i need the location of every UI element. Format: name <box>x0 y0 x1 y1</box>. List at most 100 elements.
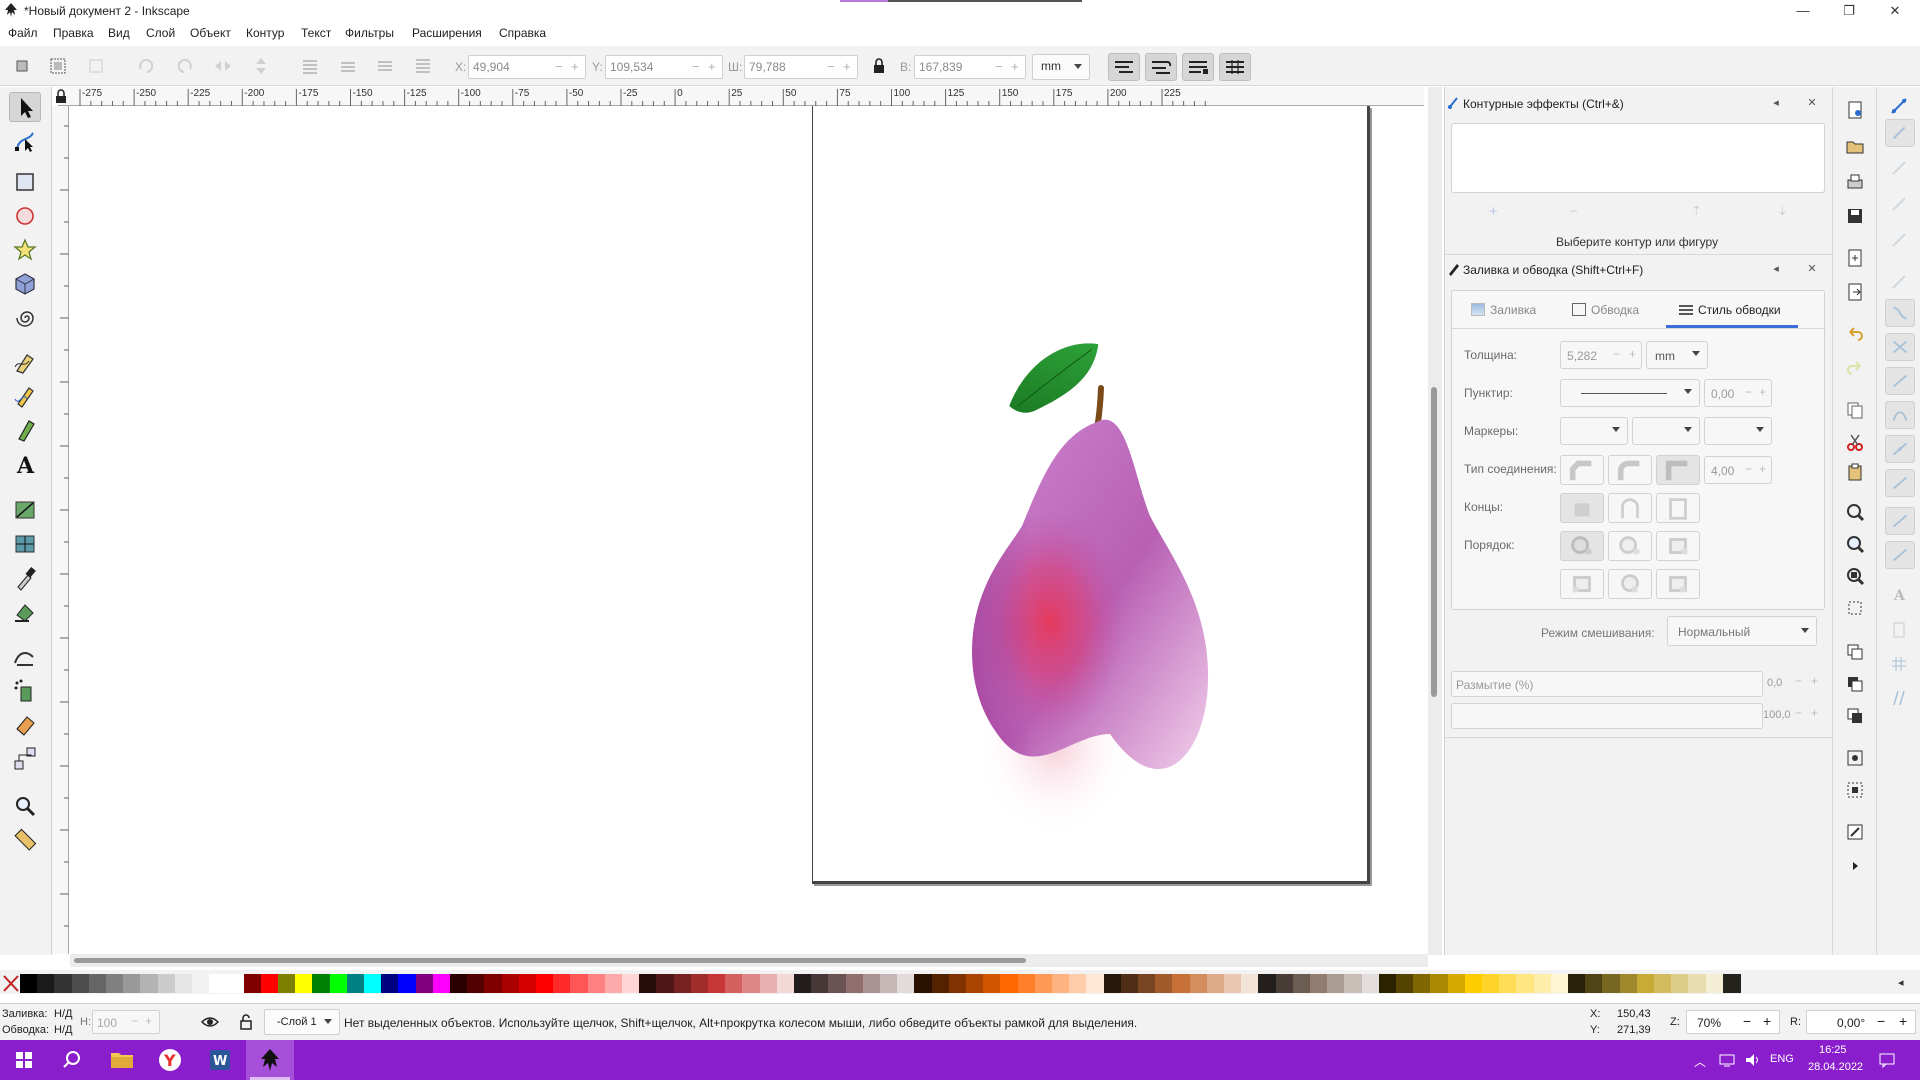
mesh-tool[interactable] <box>9 529 41 559</box>
opacity-increment[interactable]: + <box>1811 706 1818 720</box>
color-swatch[interactable] <box>1361 974 1380 993</box>
group-icon[interactable] <box>1844 747 1866 769</box>
import-icon[interactable] <box>1844 247 1866 269</box>
gradient-tool[interactable] <box>9 495 41 525</box>
color-swatch[interactable] <box>948 974 967 993</box>
stroke-width-field[interactable]: 5,282 − + <box>1560 341 1642 369</box>
color-swatch[interactable] <box>1258 974 1277 993</box>
lower-to-bottom-icon[interactable] <box>410 53 436 79</box>
color-swatch[interactable] <box>1310 974 1328 993</box>
color-swatch[interactable] <box>501 974 520 993</box>
color-swatch[interactable] <box>776 974 795 993</box>
miter-limit-increment[interactable]: + <box>1759 462 1766 476</box>
width-decrement[interactable]: − <box>827 59 835 74</box>
color-swatch[interactable] <box>54 974 73 993</box>
close-button[interactable]: ✕ <box>1872 0 1918 21</box>
stroke-width-decrement[interactable]: − <box>1613 347 1620 361</box>
color-swatch[interactable] <box>174 974 193 993</box>
snap-grids-icon[interactable] <box>1888 653 1910 675</box>
panel-close-icon[interactable]: ✕ <box>1805 96 1819 110</box>
horizontal-scroll-thumb[interactable] <box>74 958 1026 963</box>
snap-midpoints-toggle[interactable] <box>1885 435 1915 463</box>
color-swatch[interactable] <box>450 974 468 993</box>
color-swatch[interactable] <box>828 974 847 993</box>
dash-offset-field[interactable]: 0,00 − + <box>1704 379 1772 407</box>
path-effects-list[interactable] <box>1451 123 1825 193</box>
color-swatch[interactable] <box>1464 974 1483 993</box>
cut-icon[interactable] <box>1844 431 1866 453</box>
move-up-icon[interactable]: ⇡ <box>1691 203 1702 219</box>
snap-text-baseline-icon[interactable]: A <box>1888 583 1910 605</box>
color-swatch[interactable] <box>1636 974 1655 993</box>
paste-icon[interactable] <box>1844 461 1866 483</box>
eye-visibility-icon[interactable] <box>200 1014 220 1030</box>
color-swatch[interactable] <box>381 974 400 993</box>
spray-tool[interactable] <box>9 675 41 705</box>
color-swatch[interactable] <box>157 974 176 993</box>
color-swatch[interactable] <box>1568 974 1586 993</box>
x-decrement[interactable]: − <box>555 59 563 74</box>
color-swatch[interactable] <box>880 974 898 993</box>
color-swatch[interactable] <box>1086 974 1105 993</box>
color-swatch[interactable] <box>931 974 950 993</box>
connector-tool[interactable] <box>9 743 41 773</box>
width-increment[interactable]: + <box>843 59 851 74</box>
horizontal-scrollbar[interactable] <box>70 954 1428 967</box>
scale-corners-toggle[interactable] <box>1145 53 1177 81</box>
x-field[interactable]: 49,904 − + <box>468 55 586 79</box>
calligraphy-tool[interactable] <box>9 415 41 445</box>
rotate-ccw-icon[interactable] <box>133 53 159 79</box>
square-cap-button[interactable] <box>1656 493 1700 523</box>
color-swatch[interactable] <box>1292 974 1311 993</box>
export-icon[interactable] <box>1844 281 1866 303</box>
color-swatch[interactable] <box>1052 974 1070 993</box>
color-swatch[interactable] <box>1396 974 1414 993</box>
remove-effect-icon[interactable]: − <box>1569 203 1578 220</box>
color-swatch[interactable] <box>708 974 726 993</box>
color-swatch[interactable] <box>123 974 142 993</box>
color-swatch[interactable] <box>1722 974 1741 993</box>
search-button[interactable] <box>48 1040 96 1080</box>
language-indicator[interactable]: ENG <box>1770 1053 1794 1065</box>
move-down-icon[interactable]: ⇣ <box>1777 203 1788 219</box>
miter-join-button[interactable] <box>1656 455 1700 485</box>
opacity-decrement[interactable]: − <box>1795 706 1802 720</box>
color-swatch[interactable] <box>1378 974 1397 993</box>
color-swatch[interactable] <box>742 974 761 993</box>
snap-paths-toggle[interactable] <box>1885 299 1915 327</box>
color-swatch[interactable] <box>1206 974 1225 993</box>
drawing-canvas[interactable] <box>70 106 1428 954</box>
move-patterns-toggle[interactable] <box>1219 53 1251 81</box>
blur-increment[interactable]: + <box>1811 674 1818 688</box>
start-button[interactable] <box>0 1040 48 1080</box>
menu-help[interactable]: Справка <box>499 26 546 40</box>
color-swatch[interactable] <box>20 974 38 993</box>
color-swatch[interactable] <box>192 974 210 993</box>
zoom-field[interactable]: 70% − + <box>1686 1010 1780 1034</box>
order-markers-stroke-button[interactable] <box>1656 569 1700 599</box>
color-swatch[interactable] <box>1447 974 1466 993</box>
color-swatch[interactable] <box>484 974 503 993</box>
opacity-h-field[interactable]: 100 − + <box>92 1010 160 1034</box>
snap-bbox-corner-icon[interactable] <box>1888 193 1910 215</box>
y-increment[interactable]: + <box>708 59 716 74</box>
order-fill-markers-button[interactable] <box>1560 569 1604 599</box>
network-icon[interactable] <box>1718 1052 1736 1068</box>
color-swatch[interactable] <box>1688 974 1707 993</box>
panel-collapse-icon[interactable]: ◂ <box>1769 96 1783 110</box>
spiral-tool[interactable] <box>9 303 41 333</box>
rotation-field[interactable]: 0,00° − + <box>1806 1010 1916 1034</box>
dash-pattern-select[interactable] <box>1560 379 1700 407</box>
color-swatch[interactable] <box>415 974 434 993</box>
dropper-tool[interactable] <box>9 563 41 593</box>
zoom-page-icon[interactable] <box>1844 565 1866 587</box>
color-swatch[interactable] <box>862 974 881 993</box>
color-swatch[interactable] <box>1000 974 1019 993</box>
color-swatch[interactable] <box>364 974 382 993</box>
color-swatch[interactable] <box>673 974 692 993</box>
move-gradients-toggle[interactable] <box>1182 53 1214 81</box>
color-swatch[interactable] <box>1275 974 1294 993</box>
ungroup-icon[interactable] <box>1844 779 1866 801</box>
color-swatch[interactable] <box>1034 974 1053 993</box>
order-normal-button[interactable] <box>1560 531 1604 561</box>
